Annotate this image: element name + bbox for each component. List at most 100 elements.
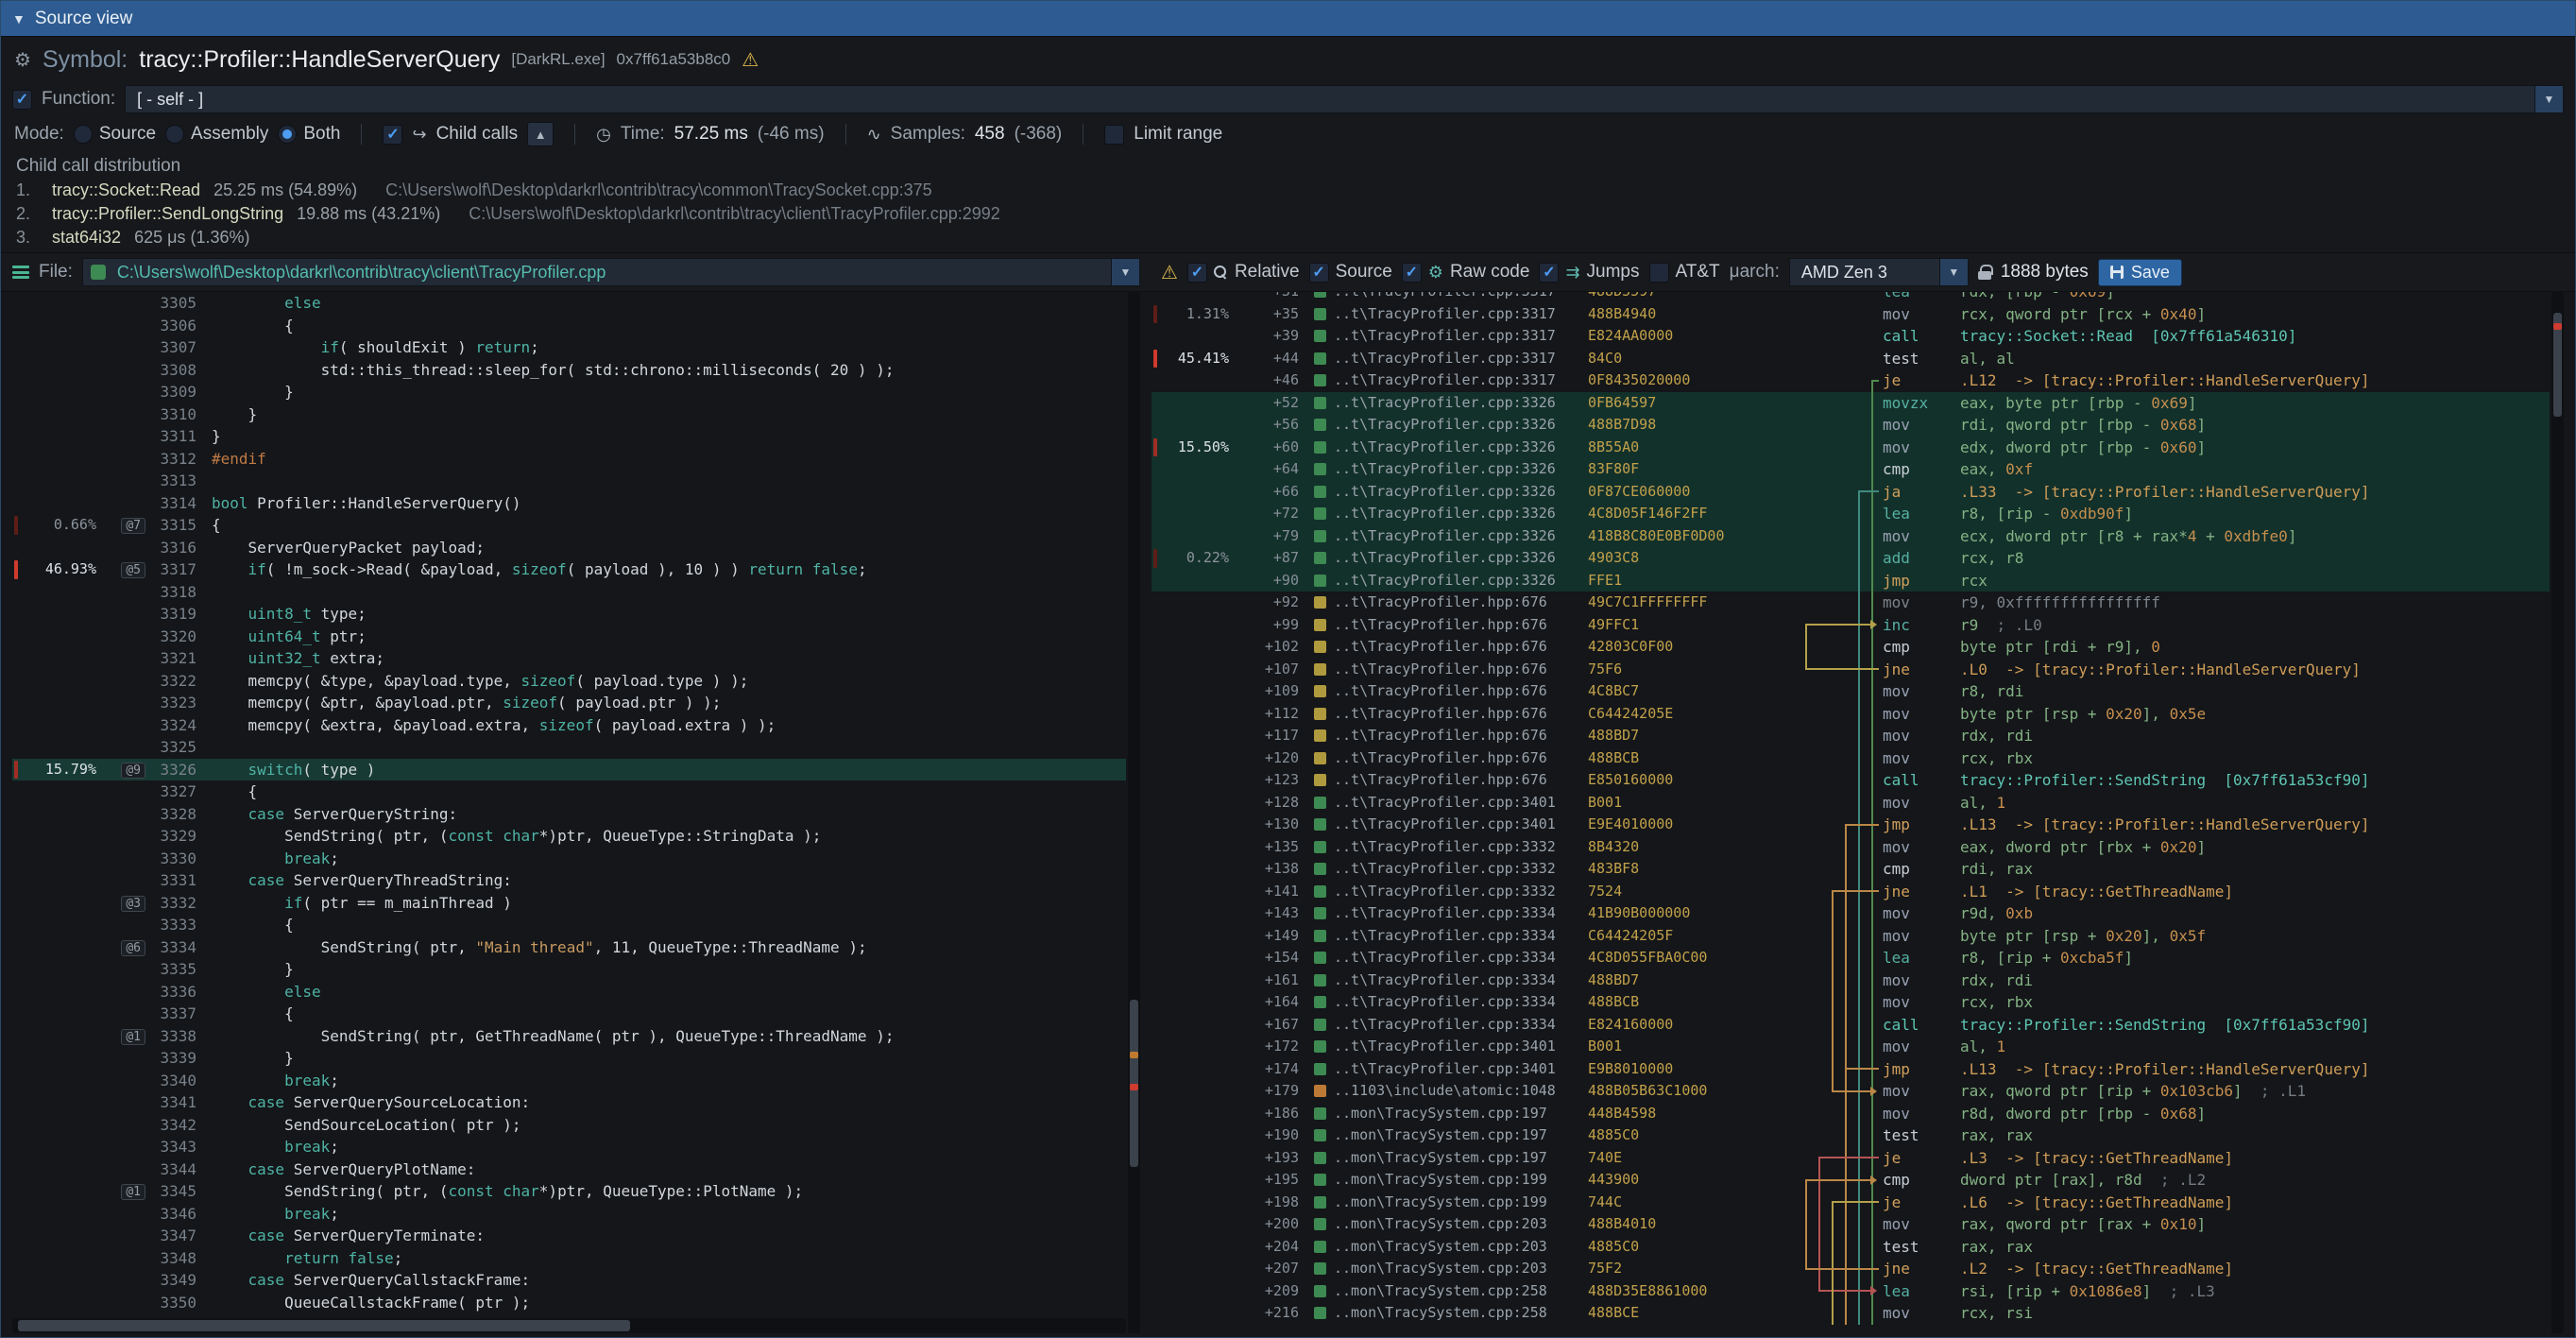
checkbox-icon[interactable]: ✓ (1187, 263, 1207, 283)
source-line[interactable]: 3310 } (12, 403, 1126, 426)
source-line[interactable]: 46.93%@53317 if( !m_sock->Read( &payload… (12, 558, 1126, 581)
source-line[interactable]: 3339 } (12, 1047, 1126, 1070)
source-line[interactable]: @63334 SendString( ptr, "Main thread", 1… (12, 936, 1126, 959)
titlebar[interactable]: ▼ Source view (1, 1, 2575, 37)
chevron-down-icon[interactable]: ▼ (2534, 86, 2563, 112)
collapse-icon[interactable]: ▼ (12, 11, 26, 26)
source-line[interactable]: 3340 break; (12, 1070, 1126, 1092)
asm-instruction-row[interactable]: 0.22%+87..t\TracyProfiler.cpp:33264903C8… (1152, 547, 2550, 570)
asm-instruction-row[interactable]: 1.31%+35..t\TracyProfiler.cpp:3317488B49… (1152, 303, 2550, 326)
source-line[interactable]: 3316 ServerQueryPacket payload; (12, 537, 1126, 559)
source-line[interactable]: 3325 (12, 736, 1126, 759)
asm-instruction-row[interactable]: +46..t\TracyProfiler.cpp:33170F843502000… (1152, 369, 2550, 392)
asm-instruction-row[interactable]: +161..t\TracyProfiler.cpp:3334488BD7movr… (1152, 969, 2550, 992)
source-line[interactable]: 15.79%@93326 switch( type ) (12, 759, 1126, 781)
checkbox-icon[interactable]: ✓ (1539, 263, 1559, 283)
source-line[interactable]: 3346 break; (12, 1203, 1126, 1226)
uarch-combo[interactable]: AMD Zen 3 ▼ (1789, 258, 1969, 286)
asm-instruction-row[interactable]: +56..t\TracyProfiler.cpp:3326488B7D98mov… (1152, 414, 2550, 437)
asm-instruction-row[interactable]: +186..mon\TracySystem.cpp:197448B4598mov… (1152, 1103, 2550, 1125)
source-line[interactable]: @13345 SendString( ptr, (const char*)ptr… (12, 1180, 1126, 1203)
source-line[interactable]: 3344 case ServerQueryPlotName: (12, 1158, 1126, 1181)
source-line[interactable]: 3337 { (12, 1003, 1126, 1025)
asm-instruction-row[interactable]: +167..t\TracyProfiler.cpp:3334E824160000… (1152, 1014, 2550, 1037)
source-line[interactable]: 3347 case ServerQueryTerminate: (12, 1225, 1126, 1247)
asm-instruction-row[interactable]: +174..t\TracyProfiler.cpp:3401E9B8010000… (1152, 1058, 2550, 1081)
asm-instruction-row[interactable]: +207..mon\TracySystem.cpp:20375F2jne.L2 … (1152, 1258, 2550, 1280)
radio-icon[interactable] (278, 125, 297, 144)
checkbox-icon[interactable]: ✓ (1649, 263, 1669, 283)
source-line[interactable]: 3324 memcpy( &extra, &payload.extra, siz… (12, 714, 1126, 737)
scrollbar-thumb[interactable] (18, 1320, 630, 1331)
source-line[interactable]: @13338 SendString( ptr, GetThreadName( p… (12, 1025, 1126, 1048)
asm-instruction-row[interactable]: +128..t\TracyProfiler.cpp:3401B001moval,… (1152, 792, 2550, 815)
asm-instruction-row[interactable]: +123..t\TracyProfiler.hpp:676E850160000c… (1152, 769, 2550, 792)
limit-range-checkbox[interactable]: ✓ (1104, 125, 1124, 145)
mode-radio-both[interactable]: Both (278, 124, 340, 145)
file-combo[interactable]: C:\Users\wolf\Desktop\darkrl\contrib\tra… (82, 258, 1140, 286)
jumps-toggle[interactable]: ✓ ⇉ Jumps (1539, 262, 1639, 283)
chevron-down-icon[interactable]: ▼ (1111, 259, 1139, 285)
source-line[interactable]: 3327 { (12, 780, 1126, 803)
source-line[interactable]: 0.66%@73315{ (12, 514, 1126, 537)
asm-instruction-row[interactable]: +164..t\TracyProfiler.cpp:3334488BCBmovr… (1152, 991, 2550, 1014)
child-calls-checkbox[interactable]: ✓ (383, 125, 402, 145)
source-line[interactable]: 3318 (12, 581, 1126, 604)
source-line[interactable]: 3335 } (12, 958, 1126, 981)
asm-instruction-row[interactable]: 15.50%+60..t\TracyProfiler.cpp:33268B55A… (1152, 437, 2550, 459)
mode-radio-source[interactable]: Source (74, 124, 156, 145)
asm-instruction-row[interactable]: +66..t\TracyProfiler.cpp:33260F87CE06000… (1152, 481, 2550, 504)
source-vertical-scrollbar[interactable] (1128, 292, 1140, 1333)
asm-instruction-row[interactable]: +193..mon\TracySystem.cpp:197740Eje.L3 -… (1152, 1147, 2550, 1170)
checkbox-icon[interactable]: ✓ (1309, 263, 1329, 283)
radio-icon[interactable] (165, 125, 184, 144)
source-line[interactable]: 3328 case ServerQueryString: (12, 803, 1126, 826)
source-line[interactable]: 3341 case ServerQuerySourceLocation: (12, 1091, 1126, 1114)
source-line[interactable]: 3309 } (12, 381, 1126, 403)
source-line[interactable]: 3305 else (12, 292, 1126, 315)
chevron-down-icon[interactable]: ▼ (1939, 259, 1968, 285)
source-line[interactable]: 3333 { (12, 914, 1126, 936)
asm-instruction-row[interactable]: +52..t\TracyProfiler.cpp:33260FB64597mov… (1152, 392, 2550, 415)
asm-instruction-row[interactable]: +120..t\TracyProfiler.hpp:676488BCBmovrc… (1152, 747, 2550, 770)
source-line[interactable]: 3331 case ServerQueryThreadString: (12, 869, 1126, 892)
function-combo[interactable]: [ - self - ] ▼ (125, 85, 2564, 113)
child-call-item[interactable]: 2.tracy::Profiler::SendLongString19.88 m… (16, 202, 2560, 226)
source-line[interactable]: @33332 if( ptr == m_mainThread ) (12, 892, 1126, 915)
source-line[interactable]: 3350 QueueCallstackFrame( ptr ); (12, 1292, 1126, 1314)
asm-instruction-row[interactable]: +112..t\TracyProfiler.hpp:676C64424205Em… (1152, 703, 2550, 726)
asm-instruction-row[interactable]: +190..mon\TracySystem.cpp:1974885C0testr… (1152, 1124, 2550, 1147)
source-line[interactable]: 3319 uint8_t type; (12, 603, 1126, 626)
radio-icon[interactable] (74, 125, 93, 144)
source-line[interactable]: 3329 SendString( ptr, (const char*)ptr, … (12, 825, 1126, 848)
source-toggle[interactable]: ✓ Source (1309, 262, 1392, 283)
asm-vertical-scrollbar[interactable] (2551, 292, 2564, 1333)
asm-instruction-row[interactable]: +154..t\TracyProfiler.cpp:33344C8D055FBA… (1152, 947, 2550, 969)
file-list-icon[interactable] (12, 266, 29, 279)
att-toggle[interactable]: ✓ AT&T (1649, 262, 1720, 283)
asm-instruction-row[interactable]: +195..mon\TracySystem.cpp:199443900cmpdw… (1152, 1169, 2550, 1192)
source-line[interactable]: 3313 (12, 470, 1126, 492)
asm-instruction-row[interactable]: +117..t\TracyProfiler.hpp:676488BD7movrd… (1152, 725, 2550, 747)
asm-instruction-row[interactable]: +99..t\TracyProfiler.hpp:67649FFC1incr9 … (1152, 614, 2550, 637)
asm-instruction-row[interactable]: +143..t\TracyProfiler.cpp:333441B90B0000… (1152, 902, 2550, 925)
source-line[interactable]: 3343 break; (12, 1136, 1126, 1158)
source-line[interactable]: 3323 memcpy( &ptr, &payload.ptr, sizeof(… (12, 692, 1126, 714)
source-line[interactable]: 3306 { (12, 315, 1126, 337)
child-call-item[interactable]: 1.tracy::Socket::Read25.25 ms (54.89%)C:… (16, 179, 2560, 202)
source-line[interactable]: 3320 uint64_t ptr; (12, 626, 1126, 648)
asm-instruction-row[interactable]: +135..t\TracyProfiler.cpp:33328B4320move… (1152, 836, 2550, 859)
asm-instruction-row[interactable]: +102..t\TracyProfiler.hpp:67642803C0F00c… (1152, 636, 2550, 659)
mode-radio-assembly[interactable]: Assembly (165, 124, 268, 145)
asm-instruction-row[interactable]: +149..t\TracyProfiler.cpp:3334C64424205F… (1152, 925, 2550, 948)
asm-instruction-row[interactable]: +130..t\TracyProfiler.cpp:3401E9E4010000… (1152, 814, 2550, 836)
source-line[interactable]: 3311} (12, 425, 1126, 448)
propagate-inlines-button[interactable]: ▲ (527, 122, 554, 146)
function-checkbox[interactable]: ✓ (12, 90, 32, 110)
source-line[interactable]: 3336 else (12, 981, 1126, 1004)
asm-instruction-row[interactable]: 45.41%+44..t\TracyProfiler.cpp:331784C0t… (1152, 348, 2550, 370)
asm-instruction-row[interactable]: +209..mon\TracySystem.cpp:258488D35E8861… (1152, 1280, 2550, 1303)
source-line[interactable]: 3330 break; (12, 848, 1126, 870)
asm-instruction-row[interactable]: +64..t\TracyProfiler.cpp:332683F80Fcmpea… (1152, 458, 2550, 481)
asm-instruction-row[interactable]: +172..t\TracyProfiler.cpp:3401B001moval,… (1152, 1036, 2550, 1058)
